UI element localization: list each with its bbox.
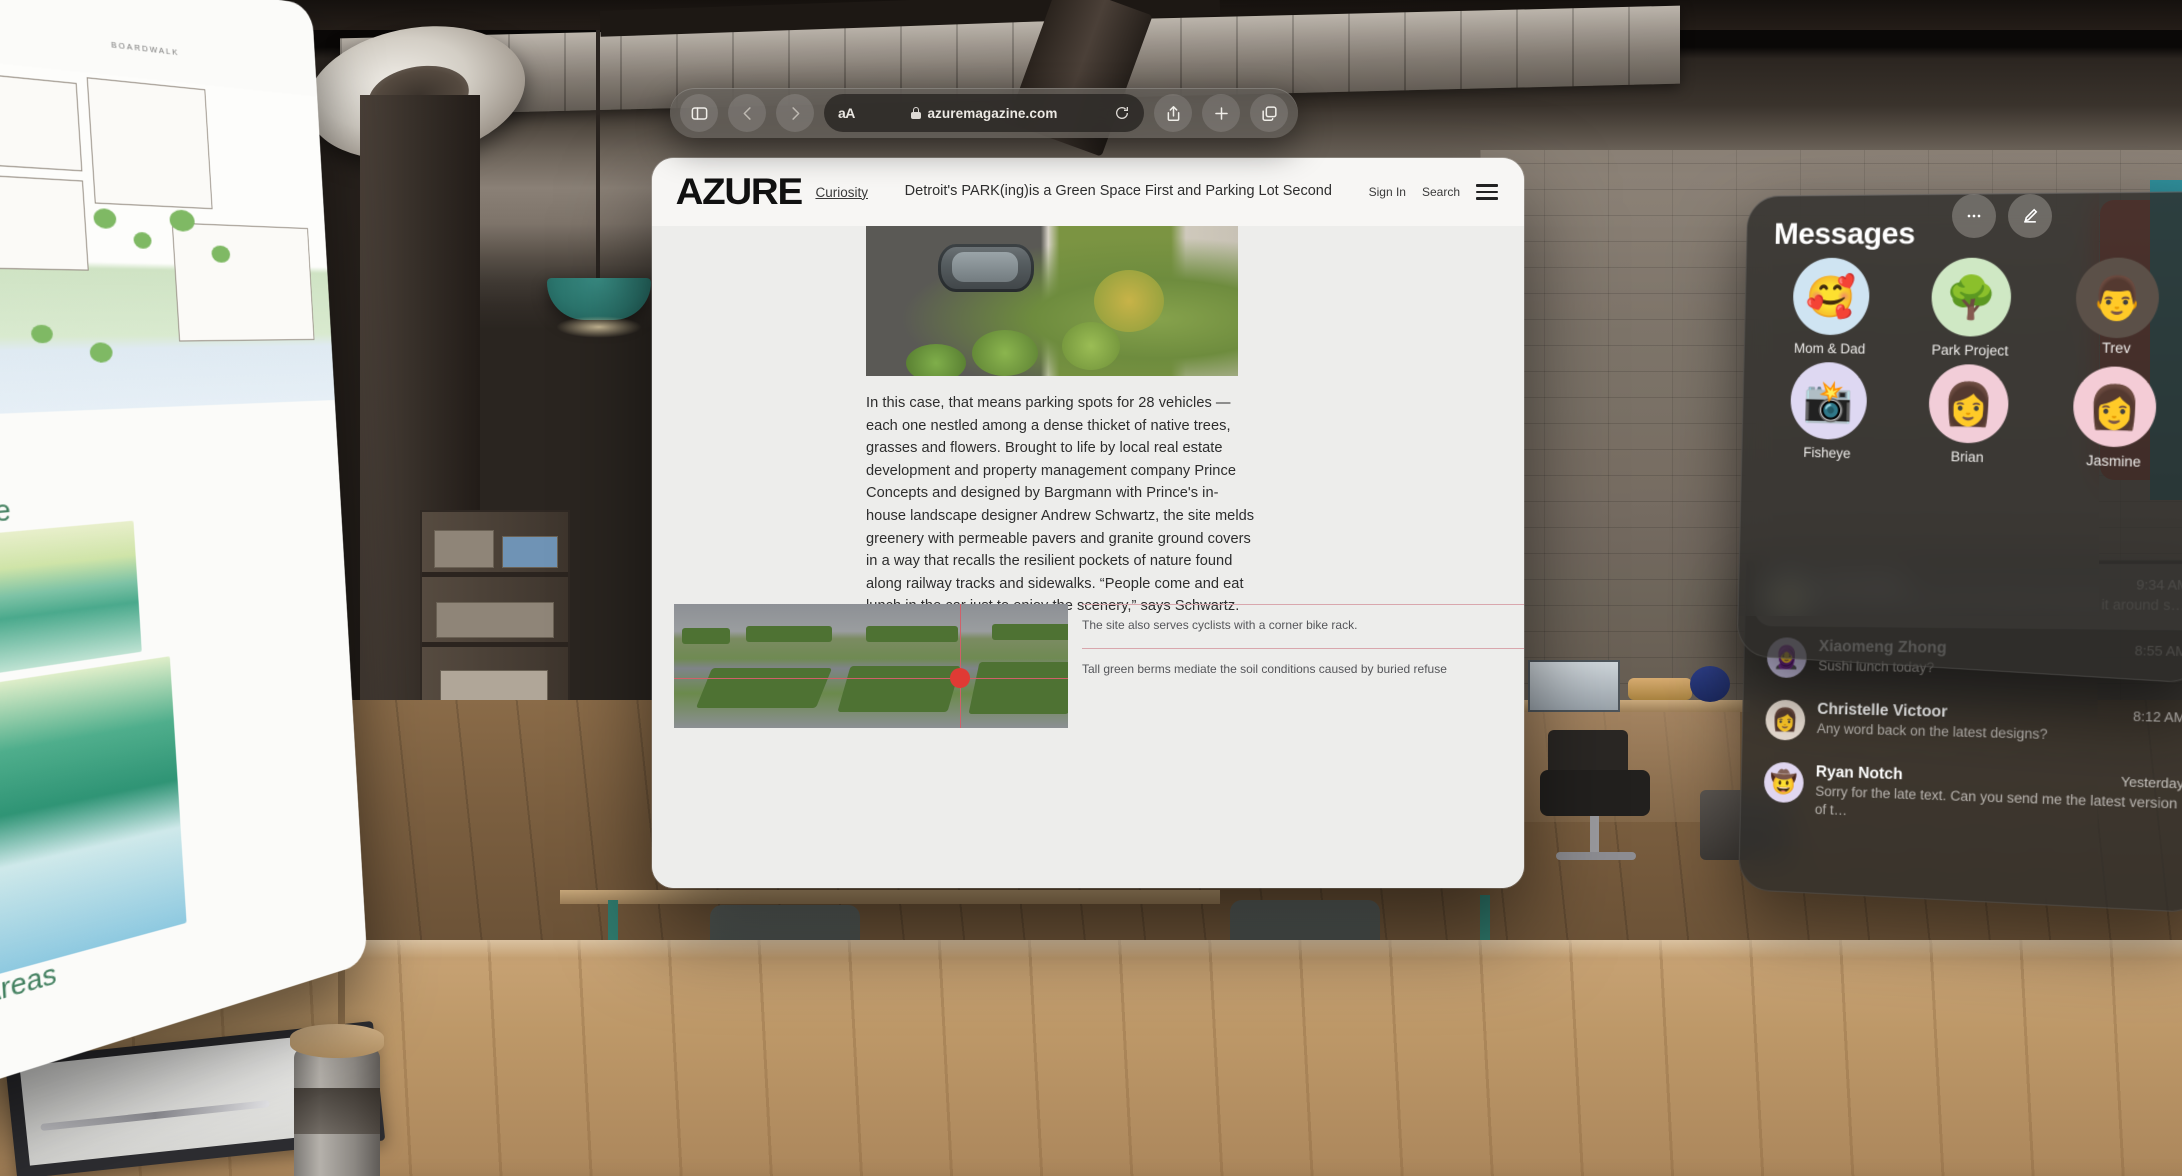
pinned-conversation-label: Fisheye	[1803, 444, 1851, 462]
article-content[interactable]: In this case, that means parking spots f…	[652, 226, 1524, 888]
avatar: 📸	[1789, 361, 1868, 441]
compose-icon[interactable]	[2008, 194, 2052, 238]
conversation-sender: Christelle Victoor	[1817, 700, 1948, 721]
board-subtitle: BOARDWALK	[110, 39, 180, 58]
share-icon[interactable]	[1154, 94, 1192, 132]
bridge-render-main	[0, 656, 187, 1013]
pinned-conversation[interactable]: 🥰 Mom & Dad	[1763, 257, 1899, 357]
tabs-icon[interactable]	[1250, 94, 1288, 132]
pinned-conversation-label: Park Project	[1931, 342, 2009, 359]
pinned-conversation[interactable]: 🌳 Park Project	[1901, 257, 2043, 359]
safari-toolbar[interactable]: aA azuremagazine.com	[670, 88, 1298, 138]
site-plan-sketch	[0, 20, 335, 430]
caption-text: The site also serves cyclists with a cor…	[1082, 604, 1524, 648]
pinned-conversation[interactable]: 👩 Brian	[1898, 363, 2040, 466]
pendant-lamp-cord	[596, 30, 600, 280]
sidebar-icon[interactable]	[680, 94, 718, 132]
conversation-timestamp: Yesterday	[2120, 773, 2182, 792]
pinned-conversation[interactable]: 👨 Trev	[2044, 257, 2182, 362]
chevron-right-icon[interactable]	[776, 94, 814, 132]
tumbler-cup	[290, 928, 384, 1176]
background-table	[560, 890, 1220, 904]
lock-icon	[911, 107, 922, 119]
pinned-conversation[interactable]: 👩 Jasmine	[2041, 365, 2182, 472]
site-header: AZURE Curiosity Detroit's PARK(ing)is a …	[652, 158, 1524, 226]
reload-icon[interactable]	[1114, 105, 1130, 121]
avatar: 🌳	[1930, 257, 2012, 337]
pinned-conversation-label: Jasmine	[2085, 452, 2142, 470]
desk-bowl	[1628, 678, 1692, 700]
article-body-text: In this case, that means parking spots f…	[866, 395, 1255, 615]
avatar: 👨	[2075, 257, 2161, 339]
pendant-lamp-shade	[547, 278, 651, 320]
sign-in-link[interactable]: Sign In	[1369, 185, 1406, 199]
avatar: 👩	[1928, 363, 2010, 445]
pinned-conversation-label: Trev	[2101, 340, 2131, 357]
text-size-button[interactable]: aA	[838, 105, 855, 121]
plus-icon[interactable]	[1202, 94, 1240, 132]
conversation-row[interactable]: 🤠 Ryan Notch Yesterday Sorry for the late t…	[1749, 750, 2182, 844]
background-laptop	[1528, 660, 1620, 712]
annotation-line-horizontal	[674, 678, 1068, 680]
article-headline: Detroit's PARK(ing)is a Green Space Firs…	[904, 183, 1332, 200]
board-section-seating-areas: Seating Areas	[0, 956, 58, 1043]
azure-logo: AZURE	[675, 171, 804, 212]
pendant-lamp-glow	[556, 316, 642, 338]
avatar: 🤠	[1763, 761, 1805, 804]
page-title: Messages	[1773, 216, 1916, 251]
chevron-left-icon[interactable]	[728, 94, 766, 132]
avatar: 👩	[2072, 365, 2158, 449]
avatar: 🥰	[1791, 257, 1870, 336]
avatar: 👩	[1765, 699, 1806, 741]
url-text: azuremagazine.com	[927, 105, 1058, 121]
search-link[interactable]: Search	[1422, 185, 1460, 199]
desk-kettle	[1690, 666, 1730, 702]
safari-browser-window[interactable]: AZURE Curiosity Detroit's PARK(ing)is a …	[652, 158, 1524, 888]
conversation-body: Christelle Victoor 8:12 AM Any word back o…	[1817, 701, 2182, 748]
hero-image-aerial-parking-spot	[866, 226, 1238, 376]
pinned-conversation-label: Mom & Dad	[1793, 340, 1866, 357]
lower-image-aerial-lot	[674, 604, 1068, 728]
messages-actions[interactable]	[1952, 194, 2160, 238]
pinned-conversation-label: Brian	[1950, 448, 1984, 466]
ellipsis-icon[interactable]	[1952, 194, 1996, 238]
car-graphic	[938, 244, 1034, 292]
pinned-conversations[interactable]: 🥰 Mom & Dad 🌳 Park Project 👨 Trev 📸 Fisheye 👩 Bri…	[1761, 257, 2182, 472]
hamburger-menu-icon[interactable]	[1476, 184, 1498, 200]
pinned-conversation[interactable]: 📸 Fisheye	[1761, 361, 1897, 462]
conversation-timestamp: 8:12 AM	[2132, 708, 2182, 726]
caption-text: Tall green berms mediate the soil condit…	[1082, 648, 1524, 692]
conversation-body: Ryan Notch Yesterday Sorry for the late te…	[1815, 763, 2182, 832]
nav-link-curiosity[interactable]: Curiosity	[815, 185, 868, 200]
messages-window[interactable]: Messages 🥰 Mom & Dad 🌳 Park Project 👨 Trev 📸 Fi…	[1736, 191, 2182, 684]
address-bar[interactable]: aA azuremagazine.com	[824, 94, 1144, 132]
annotation-line-vertical	[960, 604, 962, 728]
conversation-sender: Ryan Notch	[1815, 763, 1903, 784]
office-chair	[1540, 730, 1650, 870]
annotation-marker	[950, 668, 970, 688]
caption-column: The site also serves cyclists with a cor…	[1068, 604, 1524, 728]
article-lower-section: The site also serves cyclists with a cor…	[674, 604, 1524, 728]
